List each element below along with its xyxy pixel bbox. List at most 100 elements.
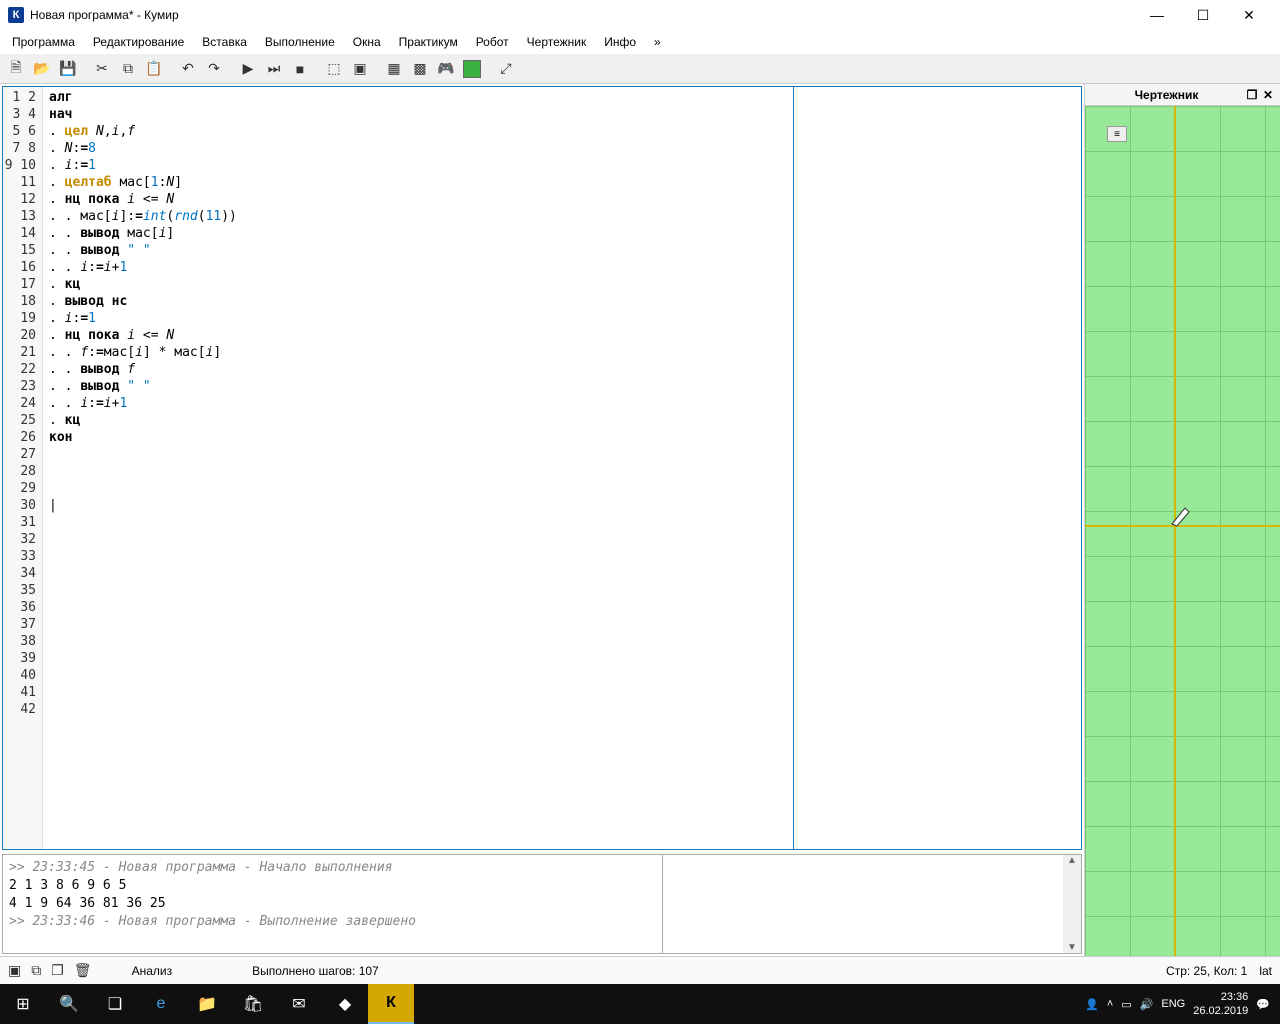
window-icon[interactable]: ▣ [348,57,372,81]
code-line: . . вывод " " [49,378,1075,395]
painter-canvas[interactable]: ≡ [1085,106,1280,956]
title-bar: К Новая программа* - Кумир — ☐ ✕ [0,0,1280,30]
status-steps: Выполнено шагов: 107 [252,964,379,978]
menu-Редактирование[interactable]: Редактирование [85,31,192,53]
volume-icon[interactable]: 🔊 [1140,998,1154,1011]
notifications-icon[interactable]: 💬 [1256,998,1270,1011]
app-icon: К [8,7,24,23]
app-icon[interactable]: ◆ [322,984,368,1024]
canvas-menu-icon[interactable]: ≡ [1107,126,1127,142]
copy-icon[interactable]: ⧉ [116,57,140,81]
robot-icon[interactable]: 🎮 [434,57,458,81]
code-line: . i:=1 [49,157,1075,174]
code-line [49,463,1075,480]
code-line [49,616,1075,633]
painter-icon[interactable] [460,57,484,81]
maximize-button[interactable]: ☐ [1180,0,1226,30]
grid1-icon[interactable]: ▦ [382,57,406,81]
menu-Окна[interactable]: Окна [345,31,389,53]
people-icon[interactable]: 👤 [1085,998,1099,1011]
code-line: . . вывод мас[i] [49,225,1075,242]
store-icon[interactable]: 🛍 [230,984,276,1024]
console-icon[interactable]: ▣ [8,962,21,979]
menu-Практикум[interactable]: Практикум [391,31,466,53]
status-analysis: Анализ [132,964,173,978]
battery-icon[interactable]: ▭ [1121,998,1131,1011]
new-file-icon[interactable]: 🗎 [4,57,28,81]
code-line [49,582,1075,599]
code-line [49,786,1075,803]
mail-icon[interactable]: ✉ [276,984,322,1024]
panel-close-icon[interactable]: ✕ [1260,87,1276,103]
scrollbar[interactable]: ▲▼ [1063,855,1081,953]
code-line [49,565,1075,582]
code-line: . кц [49,412,1075,429]
menu-Чертежник[interactable]: Чертежник [519,31,595,53]
panel-dock-icon[interactable]: ❐ [1244,87,1260,103]
run-icon[interactable]: ▶ [236,57,260,81]
code-line: нач [49,106,1075,123]
panel-title: Чертежник [1089,88,1244,102]
close-button[interactable]: ✕ [1226,0,1272,30]
copy-stack-icon[interactable]: ❐ [51,962,64,979]
step-icon[interactable]: ⏭ [262,57,286,81]
task-view-icon[interactable]: ❏ [92,984,138,1024]
code-line: . . вывод " " [49,242,1075,259]
output-row: 4 1 9 64 36 81 36 25 [9,895,656,913]
clock[interactable]: 23:36 26.02.2019 [1193,990,1248,1018]
save-file-icon[interactable]: 💾 [56,57,80,81]
kumir-taskbar-icon[interactable]: К [368,984,414,1024]
cursor-position: Стр: 25, Кол: 1 [1166,964,1247,978]
window-title: Новая программа* - Кумир [30,8,1134,22]
code-line: . цел N,i,f [49,123,1075,140]
code-line: . . вывод f [49,361,1075,378]
code-line: . кц [49,276,1075,293]
cut-icon[interactable]: ✂ [90,57,114,81]
painter-panel: Чертежник ❐ ✕ ≡ [1084,84,1280,956]
code-area[interactable]: алгнач. цел N,i,f. N:=8. i:=1. целтаб ма… [43,87,1081,849]
tray-up-icon[interactable]: ˄ [1107,998,1113,1010]
expand-icon[interactable]: ⤢ [494,57,518,81]
code-line: . вывод нс [49,293,1075,310]
grid2-icon[interactable]: ▩ [408,57,432,81]
windows-taskbar[interactable]: ⊞ 🔍 ❏ e 📁 🛍 ✉ ◆ К 👤 ˄ ▭ 🔊 ENG 23:36 26.0… [0,984,1280,1024]
system-tray[interactable]: 👤 ˄ ▭ 🔊 ENG 23:36 26.02.2019 💬 [1075,990,1280,1018]
menu-Программа[interactable]: Программа [4,31,83,53]
editor-splitter[interactable] [793,87,794,849]
trash-icon[interactable]: 🗑 [74,962,92,979]
menu-Вставка[interactable]: Вставка [194,31,255,53]
code-line [49,650,1075,667]
code-line: . нц пока i <= N [49,191,1075,208]
minimize-button[interactable]: — [1134,0,1180,30]
code-editor[interactable]: 1 2 3 4 5 6 7 8 9 10 11 12 13 14 15 16 1… [2,86,1082,850]
code-line: . . i:=i+1 [49,395,1075,412]
edge-icon[interactable]: e [138,984,184,1024]
search-icon[interactable]: 🔍 [46,984,92,1024]
start-button[interactable]: ⊞ [0,984,46,1024]
log-line: >> 23:33:46 - Новая программа - Выполнен… [9,913,656,931]
grid-overlay [1085,106,1280,956]
output-row: 2 1 3 8 6 9 6 5 [9,877,656,895]
menu-Робот[interactable]: Робот [468,31,517,53]
code-line: . . i:=i+1 [49,259,1075,276]
stack-icon[interactable]: ⧉ [31,962,41,979]
menu-Выполнение[interactable]: Выполнение [257,31,343,53]
output-secondary [663,855,1063,953]
redo-icon[interactable]: ↷ [202,57,226,81]
stop-icon[interactable]: ■ [288,57,312,81]
output-text[interactable]: >> 23:33:45 - Новая программа - Начало в… [3,855,663,953]
undo-icon[interactable]: ↶ [176,57,200,81]
menu-Инфо[interactable]: Инфо [596,31,644,53]
menu-bar: ПрограммаРедактированиеВставкаВыполнение… [0,30,1280,54]
code-line: | [49,497,1075,514]
code-line [49,633,1075,650]
code-line [49,599,1075,616]
menu-»[interactable]: » [646,31,669,53]
layout-icon[interactable]: ⬚ [322,57,346,81]
status-bar: ▣ ⧉ ❐ 🗑 Анализ Выполнено шагов: 107 Стр:… [0,956,1280,984]
code-line: . целтаб мас[1:N] [49,174,1075,191]
paste-icon[interactable]: 📋 [142,57,166,81]
explorer-icon[interactable]: 📁 [184,984,230,1024]
language-indicator[interactable]: ENG [1161,998,1185,1010]
open-file-icon[interactable]: 📂 [30,57,54,81]
